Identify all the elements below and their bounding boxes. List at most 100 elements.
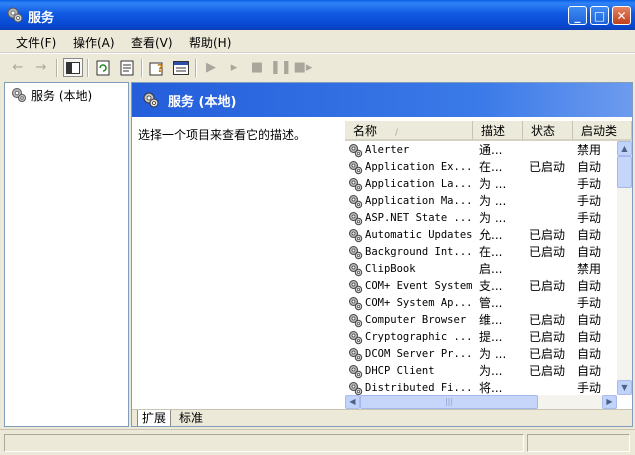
refresh-icon[interactable]: [93, 58, 113, 77]
help-icon[interactable]: ?: [147, 58, 167, 77]
service-startup-type: 自动: [577, 313, 602, 327]
menu-view[interactable]: 查看(V): [131, 34, 173, 51]
forward-arrow-icon[interactable]: →: [31, 58, 51, 77]
service-row[interactable]: Cryptographic ... 提... 已启动 自动: [345, 329, 617, 346]
service-description: 管...: [479, 296, 503, 310]
service-description: 为...: [479, 364, 503, 378]
service-startup-type: 手动: [577, 194, 602, 208]
service-status: [529, 142, 577, 159]
menu-action[interactable]: 操作(A): [73, 34, 115, 51]
service-status: [529, 176, 577, 193]
service-description: 通...: [479, 143, 503, 157]
vertical-scrollbar[interactable]: ▲ ▼: [617, 141, 632, 395]
pane-header: 服务 (本地): [132, 83, 632, 117]
service-startup-type: 自动: [577, 330, 602, 344]
service-description: 为 ...: [479, 347, 507, 361]
details-pane: 服务 (本地) 选择一个项目来查看它的描述。 名称 / 描述 状态 启动类 Ale…: [131, 82, 633, 427]
export-list-icon[interactable]: [117, 58, 137, 77]
service-row[interactable]: Computer Browser 维... 已启动 自动: [345, 312, 617, 329]
service-startup-type: 自动: [577, 228, 602, 242]
service-row[interactable]: COM+ System Ap... 管... 手动: [345, 295, 617, 312]
scroll-down-icon[interactable]: ▼: [617, 380, 632, 395]
scroll-left-icon[interactable]: ◀: [345, 395, 360, 409]
service-row[interactable]: Application La... 为 ... 手动: [345, 176, 617, 193]
scroll-up-icon[interactable]: ▲: [617, 141, 632, 156]
services-list: 名称 / 描述 状态 启动类 Alerter 通... 禁用 Application E…: [345, 121, 632, 409]
service-description: 为 ...: [479, 194, 507, 208]
service-gear-icon: [349, 348, 363, 362]
service-name: Application La...: [365, 178, 473, 190]
pause-service-icon[interactable]: ❚❚: [270, 58, 292, 77]
vertical-scroll-thumb[interactable]: [617, 156, 632, 188]
service-row[interactable]: DHCP Client 为... 已启动 自动: [345, 363, 617, 380]
service-startup-type: 手动: [577, 296, 602, 310]
service-description: 为 ...: [479, 211, 507, 225]
menu-file[interactable]: 文件(F): [16, 34, 56, 51]
service-status: [529, 261, 577, 278]
service-row[interactable]: COM+ Event System 支... 已启动 自动: [345, 278, 617, 295]
service-row[interactable]: Alerter 通... 禁用: [345, 142, 617, 159]
service-row[interactable]: ClipBook 启... 禁用: [345, 261, 617, 278]
service-row[interactable]: Background Int... 在... 已启动 自动: [345, 244, 617, 261]
title-bar[interactable]: 服务 _ □ ✕: [0, 0, 635, 30]
tree-item-services-local[interactable]: 服务 (本地): [31, 87, 92, 104]
service-row[interactable]: Application Ex... 在... 已启动 自动: [345, 159, 617, 176]
horizontal-scrollbar[interactable]: ◀ ||| ▶: [345, 395, 617, 409]
horizontal-scroll-thumb[interactable]: |||: [360, 395, 538, 409]
status-panel-main: [4, 434, 524, 452]
toolbar: ← → ? ▶ ▸ ■ ❚❚ ■▸: [0, 53, 635, 81]
service-row[interactable]: Application Ma... 为 ... 手动: [345, 193, 617, 210]
service-gear-icon: [349, 212, 363, 226]
service-status: [529, 210, 577, 227]
close-button[interactable]: ✕: [612, 6, 631, 25]
service-description: 启...: [479, 262, 503, 276]
column-header-name[interactable]: 名称 /: [345, 121, 473, 141]
service-gear-icon: [349, 365, 363, 379]
service-gear-icon: [349, 263, 363, 277]
service-gear-icon: [349, 195, 363, 209]
service-name: Computer Browser: [365, 314, 467, 326]
service-name: Automatic Updates: [365, 229, 473, 241]
tab-extended[interactable]: 扩展: [137, 410, 172, 426]
service-name: Cryptographic ...: [365, 331, 473, 343]
column-header-startup-type[interactable]: 启动类: [573, 121, 632, 141]
column-header-description[interactable]: 描述: [473, 121, 523, 141]
service-description: 提...: [479, 330, 503, 344]
service-name: Application Ex...: [365, 161, 473, 173]
scroll-right-icon[interactable]: ▶: [602, 395, 617, 409]
menu-help[interactable]: 帮助(H): [189, 34, 231, 51]
service-name: DHCP Client: [365, 365, 435, 377]
service-row[interactable]: ASP.NET State ... 为 ... 手动: [345, 210, 617, 227]
tab-standard[interactable]: 标准: [175, 410, 207, 426]
service-status: 已启动: [529, 330, 566, 344]
service-row[interactable]: Automatic Updates 允... 已启动 自动: [345, 227, 617, 244]
maximize-button[interactable]: □: [590, 6, 609, 25]
restart-service-icon[interactable]: ■▸: [293, 58, 313, 77]
svg-text:?: ?: [157, 62, 163, 75]
view-tabs: 扩展 标准: [132, 409, 632, 426]
service-status: 已启动: [529, 364, 566, 378]
menu-bar: 文件(F) 操作(A) 查看(V) 帮助(H): [0, 30, 635, 53]
service-startup-type: 自动: [577, 279, 602, 293]
properties-icon[interactable]: [171, 58, 191, 77]
service-description: 允...: [479, 228, 503, 242]
service-startup-type: 自动: [577, 160, 602, 174]
service-startup-type: 手动: [577, 177, 602, 191]
service-row[interactable]: DCOM Server Pr... 为 ... 已启动 自动: [345, 346, 617, 363]
service-description: 为 ...: [479, 177, 507, 191]
service-description: 在...: [479, 160, 503, 174]
service-status: 已启动: [529, 245, 566, 259]
service-status: 已启动: [529, 160, 566, 174]
column-header-status[interactable]: 状态: [523, 121, 573, 141]
stop-service-icon[interactable]: ■: [247, 58, 267, 77]
service-startup-type: 手动: [577, 211, 602, 225]
start-service-icon[interactable]: ▶: [201, 58, 221, 77]
minimize-button[interactable]: _: [568, 6, 587, 25]
show-hide-tree-icon[interactable]: [63, 58, 83, 77]
services-window: 服务 _ □ ✕ 文件(F) 操作(A) 查看(V) 帮助(H) ← → ? ▶: [0, 0, 635, 455]
service-description: 支...: [479, 279, 503, 293]
back-arrow-icon[interactable]: ←: [8, 58, 28, 77]
service-status: [529, 295, 577, 312]
service-gear-icon: [349, 178, 363, 192]
start-service-icon[interactable]: ▸: [224, 58, 244, 77]
